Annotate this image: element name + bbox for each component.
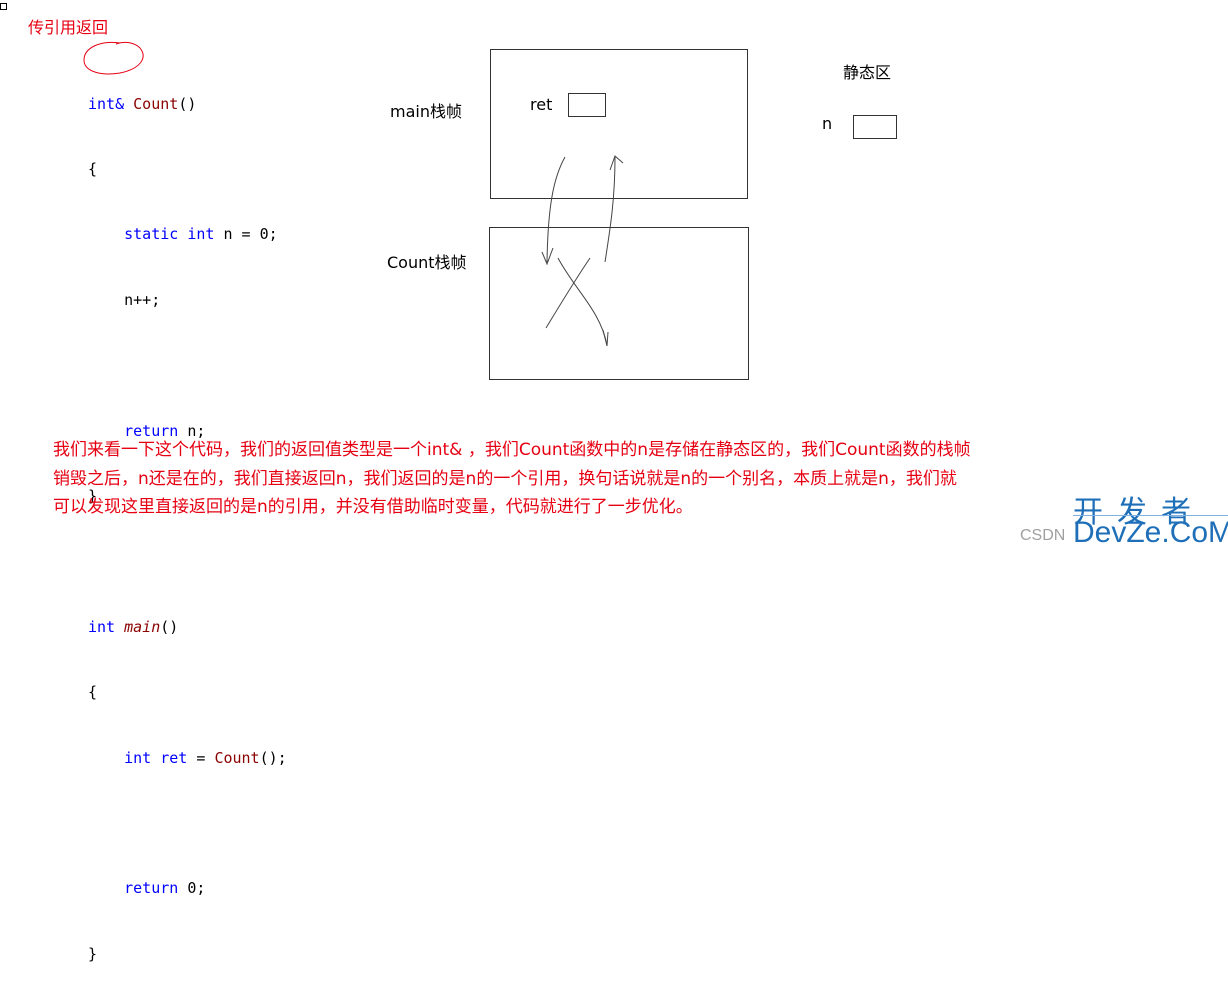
ret-label: ret	[530, 95, 553, 114]
count-stack-frame	[489, 227, 749, 380]
n-label: n	[822, 114, 833, 133]
static-area-label: 静态区	[843, 63, 892, 82]
code-line-static-decl: static int n = 0;	[124, 225, 278, 244]
code-line-open-brace: {	[88, 159, 98, 178]
explanation-line-1: 我们来看一下这个代码，我们的返回值类型是一个int& ，我们Count函数中的n…	[53, 440, 971, 460]
explanation-line-3: 可以发现这里直接返回的是n的引用，并没有借助临时变量，代码就进行了一步优化。	[53, 497, 693, 517]
ret-cell	[568, 93, 606, 117]
main-stack-frame	[490, 49, 748, 199]
watermark-devze-logo: DevZe.CoM	[1073, 515, 1228, 550]
count-frame-label: Count栈帧	[387, 253, 467, 272]
code-line-close-brace-main: }	[88, 944, 98, 963]
corner-marker	[0, 3, 7, 10]
explanation-line-2: 销毁之后，n还是在的，我们直接返回n，我们返回的是n的一个引用，换句话说就是n的…	[53, 468, 957, 489]
code-line-open-brace-main: {	[88, 683, 98, 702]
main-frame-label: main栈帧	[390, 102, 462, 121]
code-line-main-signature: int main()	[88, 617, 179, 636]
section-title: 传引用返回	[28, 18, 109, 37]
code-line-count-signature: int& Count()	[88, 94, 197, 113]
explanation-paragraph: 我们来看一下这个代码，我们的返回值类型是一个int& ，我们Count函数中的n…	[53, 436, 1163, 522]
code-line-ret-assign: int ret = Count();	[124, 748, 287, 767]
code-line-return-0: return 0;	[124, 879, 206, 898]
watermark-csdn: CSDN	[1020, 527, 1066, 544]
code-line-increment: n++;	[124, 290, 161, 309]
n-cell	[853, 115, 897, 139]
